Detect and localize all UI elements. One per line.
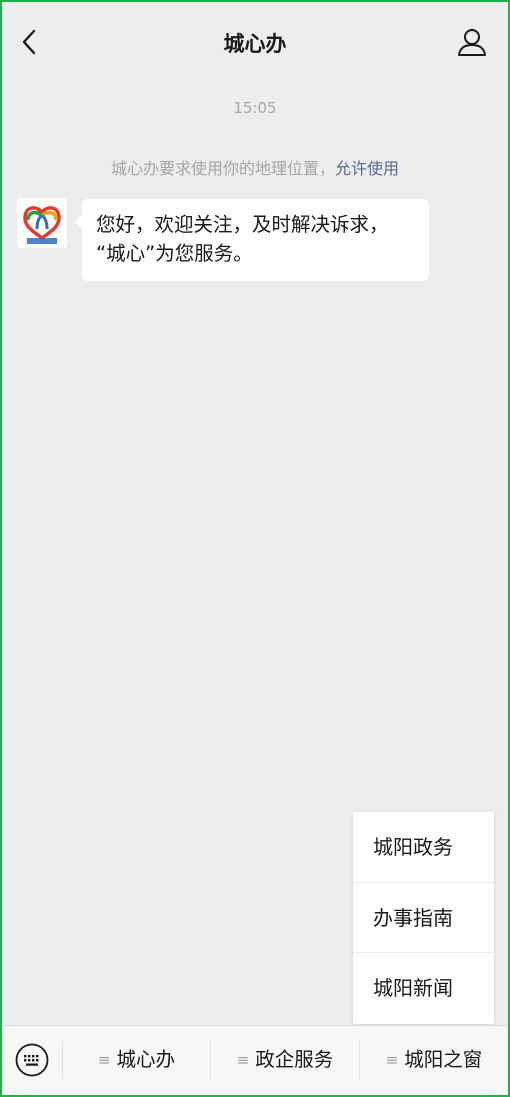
profile-button[interactable]	[456, 26, 488, 58]
system-message-text: 城心办要求使用你的地理位置，	[110, 159, 335, 178]
keyboard-toggle-button[interactable]	[15, 1043, 49, 1077]
menu-tab-label: 城阳之窗	[404, 1048, 483, 1071]
menu-tab-chengxinban[interactable]: ≡ 城心办	[63, 1026, 210, 1096]
menu-tab-chengyang-window[interactable]: ≡ 城阳之窗	[360, 1026, 508, 1096]
menu-tab-label: 政企服务	[255, 1048, 334, 1071]
submenu-popup: 城阳政务 办事指南 城阳新闻	[353, 812, 494, 1024]
submenu-item-chengyang-government[interactable]: 城阳政务	[353, 812, 494, 883]
bottom-menu-bar: ≡ 城心办 ≡ 政企服务 ≡ 城阳之窗	[2, 1025, 508, 1096]
message-timestamp: 15:05	[233, 99, 277, 117]
page-title: 城心办	[223, 32, 287, 56]
menu-lines-icon: ≡	[385, 1051, 399, 1069]
message-line: 您好，欢迎关注，及时解决诉求，	[96, 213, 389, 236]
submenu-item-service-guide[interactable]: 办事指南	[353, 883, 494, 954]
message-line: “城心”为您服务。	[96, 242, 253, 265]
avatar[interactable]	[17, 198, 67, 248]
chengxinban-logo	[17, 198, 67, 248]
menu-tab-enterprise-services[interactable]: ≡ 政企服务	[211, 1026, 359, 1096]
message-bubble[interactable]: 您好，欢迎关注，及时解决诉求， “城心”为您服务。	[75, 199, 429, 281]
top-bar: 城心办	[2, 2, 508, 80]
system-message: 城心办要求使用你的地理位置，允许使用	[0, 155, 510, 179]
menu-lines-icon: ≡	[236, 1051, 250, 1069]
menu-lines-icon: ≡	[97, 1051, 111, 1069]
submenu-item-chengyang-news[interactable]: 城阳新闻	[353, 953, 494, 1024]
user-icon	[458, 29, 486, 56]
allow-location-link[interactable]: 允许使用	[335, 159, 399, 178]
menu-tab-label: 城心办	[116, 1048, 176, 1071]
keyboard-icon	[15, 1043, 49, 1077]
